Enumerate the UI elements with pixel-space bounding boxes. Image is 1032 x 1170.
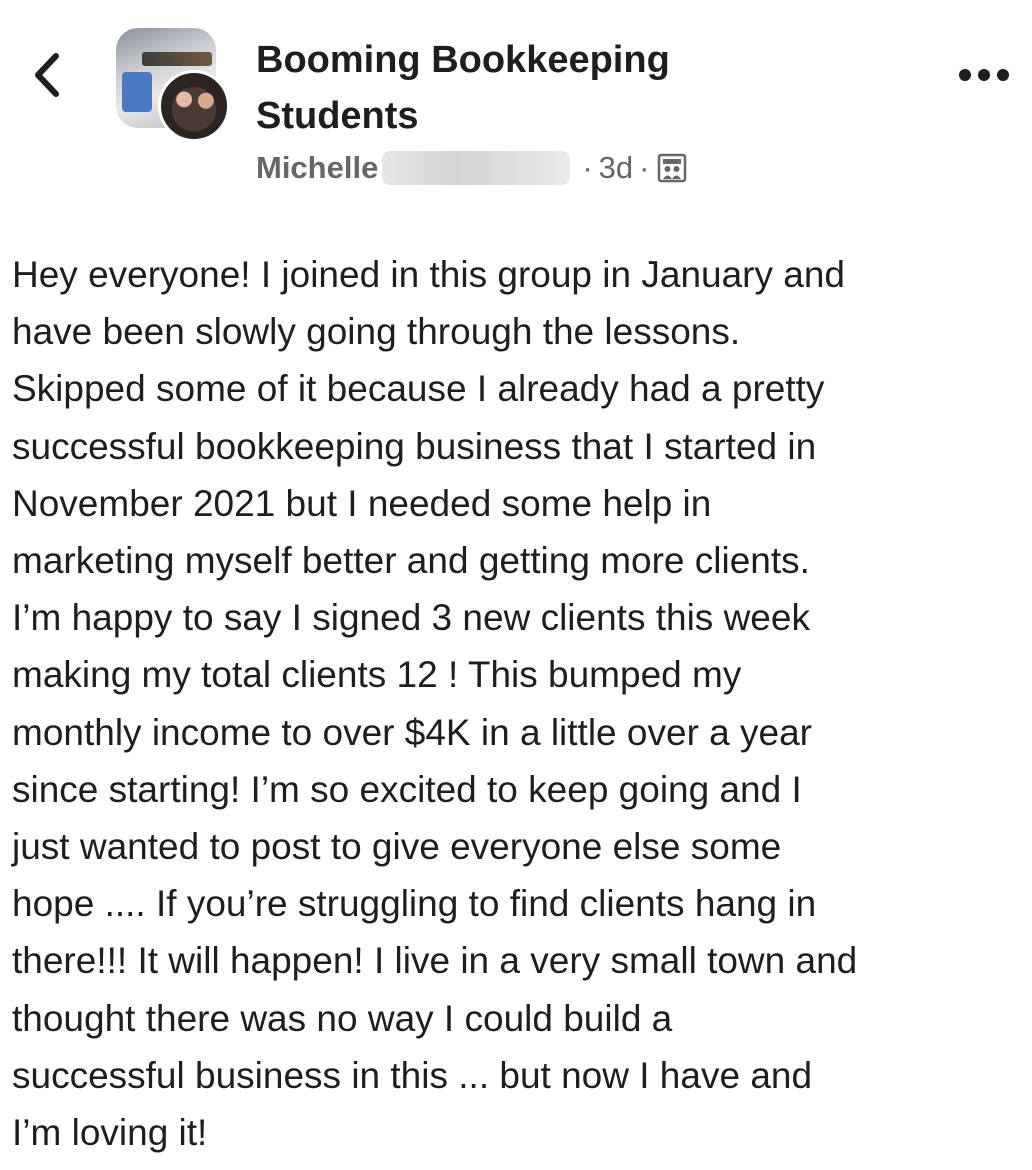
- back-button[interactable]: [22, 46, 72, 104]
- group-name-link[interactable]: Booming Bookkeeping Students: [256, 32, 816, 144]
- cover-banner-graphic: [142, 52, 212, 66]
- cover-sign-graphic: [122, 72, 152, 112]
- meta-separator: ·: [582, 150, 593, 185]
- meta-separator: ·: [639, 150, 650, 185]
- post-line: thought there was no way I could build a: [12, 997, 673, 1039]
- post-line: since starting! I’m so excited to keep g…: [12, 768, 802, 810]
- author-avatar: [158, 70, 230, 142]
- post-timestamp[interactable]: 3d: [599, 150, 633, 186]
- chevron-left-icon: [35, 53, 59, 97]
- post-line: marketing myself better and getting more…: [12, 540, 810, 582]
- post-line: successful business in this ... but now …: [12, 1054, 813, 1096]
- post-line: making my total clients 12 ! This bumped…: [12, 654, 742, 696]
- group-avatar[interactable]: [116, 28, 230, 142]
- post-line: hope .... If you’re struggling to find c…: [12, 883, 817, 925]
- post-meta: Michelle · 3d ·: [256, 150, 687, 186]
- post-line: I’m happy to say I signed 3 new clients …: [12, 597, 810, 639]
- post-line: Skipped some of it because I already had…: [12, 368, 825, 410]
- author-name[interactable]: Michelle: [256, 150, 378, 186]
- post-line: successful bookkeeping business that I s…: [12, 425, 817, 467]
- post-line: just wanted to post to give everyone els…: [12, 826, 782, 868]
- post-line: there!!! It will happen! I live in a ver…: [12, 940, 858, 982]
- post-line: I’m loving it!: [12, 1112, 208, 1154]
- more-dots-icon: [959, 69, 1009, 81]
- post-line: have been slowly going through the lesso…: [12, 311, 741, 353]
- post-line: monthly income to over $4K in a little o…: [12, 711, 812, 753]
- post-text: Hey everyone! I joined in this group in …: [12, 246, 1024, 1161]
- post-line: November 2021 but I needed some help in: [12, 482, 712, 524]
- redacted-surname: [382, 151, 571, 185]
- group-members-icon[interactable]: [657, 153, 687, 183]
- post-line: Hey everyone! I joined in this group in …: [12, 254, 846, 295]
- more-options-button[interactable]: [956, 58, 1012, 92]
- group-name-line-2: Students: [256, 95, 419, 137]
- group-name-line-1: Booming Bookkeeping: [256, 39, 670, 81]
